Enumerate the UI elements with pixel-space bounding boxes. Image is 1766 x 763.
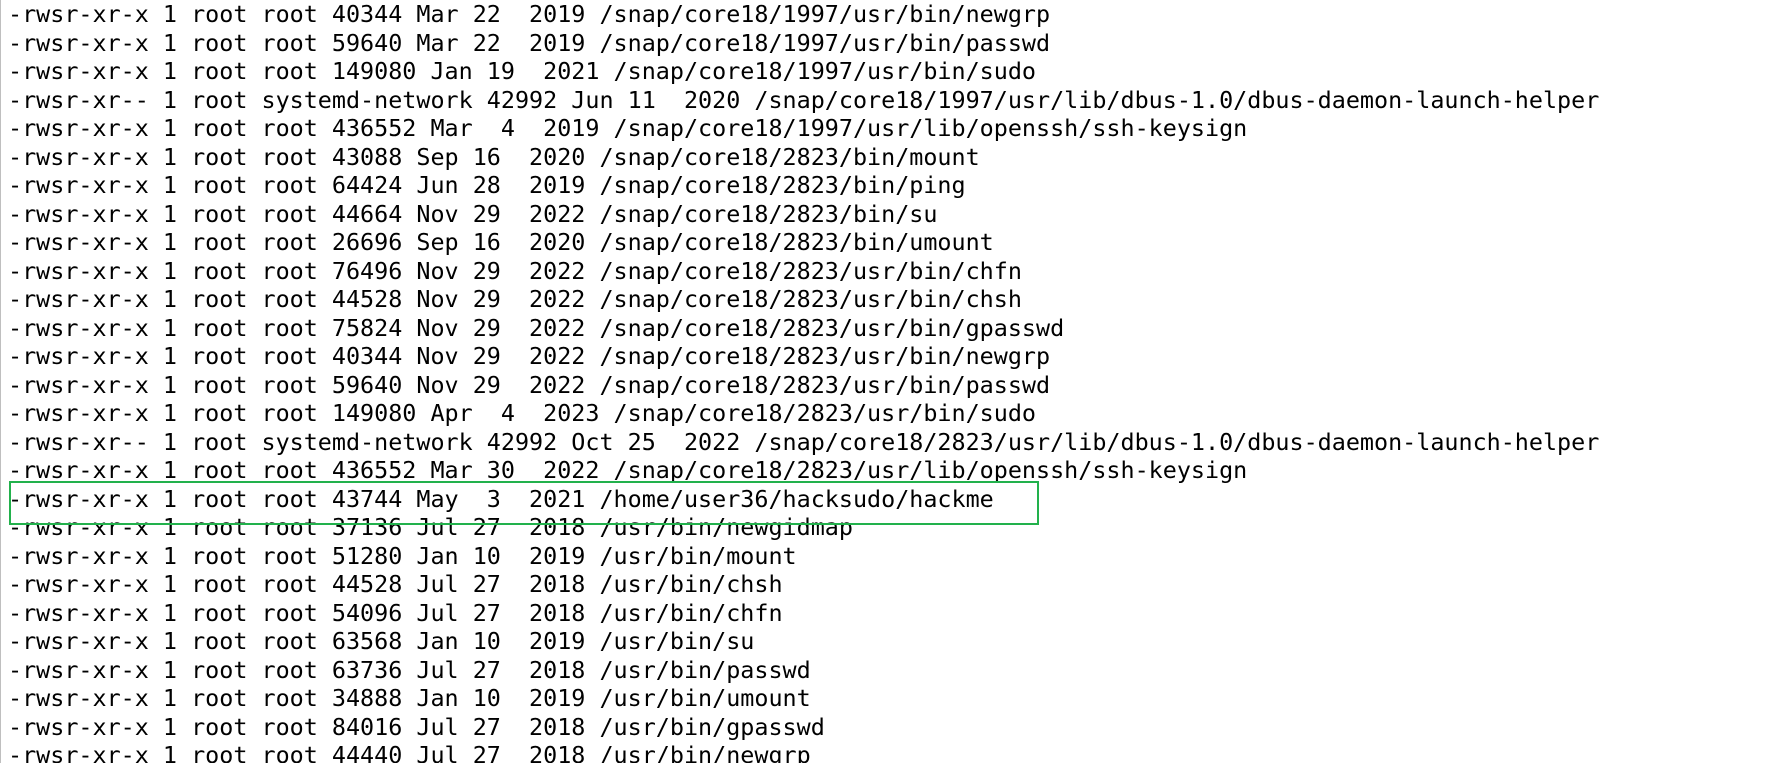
terminal-line: -rwsr-xr-- 1 root systemd-network 42992 … [8, 85, 1600, 114]
terminal-line: -rwsr-xr-x 1 root root 51280 Jan 10 2019… [8, 541, 797, 570]
terminal-line: -rwsr-xr-x 1 root root 63568 Jan 10 2019… [8, 627, 755, 655]
terminal-line: -rwsr-xr-x 1 root root 43088 Sep 16 2020… [8, 142, 980, 171]
terminal-line: -rwsr-xr-x 1 root root 26696 Sep 16 2020… [8, 228, 994, 256]
terminal-line: -rwsr-xr-x 1 root root 75824 Nov 29 2022… [8, 313, 1065, 342]
terminal-line: -rwsr-xr-x 1 root root 40344 Nov 29 2022… [8, 342, 1051, 370]
terminal-line: -rwsr-xr-x 1 root root 44528 Jul 27 2018… [8, 570, 783, 598]
terminal-line-highlighted: -rwsr-xr-x 1 root root 43744 May 3 2021 … [8, 484, 994, 513]
terminal-left-border [0, 0, 1, 763]
terminal-line: -rwsr-xr-x 1 root root 63736 Jul 27 2018… [8, 655, 811, 684]
terminal-line: -rwsr-xr-x 1 root root 436552 Mar 4 2019… [8, 114, 1248, 142]
terminal-line: -rwsr-xr-x 1 root root 44528 Nov 29 2022… [8, 285, 1022, 313]
terminal-line: -rwsr-xr-x 1 root root 436552 Mar 30 202… [8, 456, 1248, 484]
terminal-line: -rwsr-xr-x 1 root root 54096 Jul 27 2018… [8, 598, 783, 627]
terminal-line: -rwsr-xr-x 1 root root 64424 Jun 28 2019… [8, 171, 966, 199]
terminal-output[interactable]: -rwsr-xr-x 1 root root 40344 Mar 22 2019… [0, 0, 1766, 763]
terminal-line: -rwsr-xr-x 1 root root 84016 Jul 27 2018… [8, 712, 825, 741]
terminal-line: -rwsr-xr-x 1 root root 37136 Jul 27 2018… [8, 513, 853, 541]
terminal-line: -rwsr-xr-x 1 root root 44440 Jul 27 2018… [8, 741, 811, 763]
terminal-line: -rwsr-xr-x 1 root root 44664 Nov 29 2022… [8, 199, 938, 228]
terminal-lines: -rwsr-xr-x 1 root root 40344 Mar 22 2019… [8, 0, 1599, 763]
terminal-line: -rwsr-xr-x 1 root root 34888 Jan 10 2019… [8, 684, 811, 712]
terminal-line: -rwsr-xr-x 1 root root 149080 Apr 4 2023… [8, 399, 1037, 427]
terminal-line: -rwsr-xr-x 1 root root 149080 Jan 19 202… [8, 57, 1037, 85]
terminal-line: -rwsr-xr-x 1 root root 59640 Nov 29 2022… [8, 370, 1051, 399]
terminal-line: -rwsr-xr-x 1 root root 40344 Mar 22 2019… [8, 0, 1051, 28]
terminal-line: -rwsr-xr-- 1 root systemd-network 42992 … [8, 427, 1600, 456]
terminal-line: -rwsr-xr-x 1 root root 76496 Nov 29 2022… [8, 256, 1022, 285]
terminal-line: -rwsr-xr-x 1 root root 59640 Mar 22 2019… [8, 28, 1051, 57]
